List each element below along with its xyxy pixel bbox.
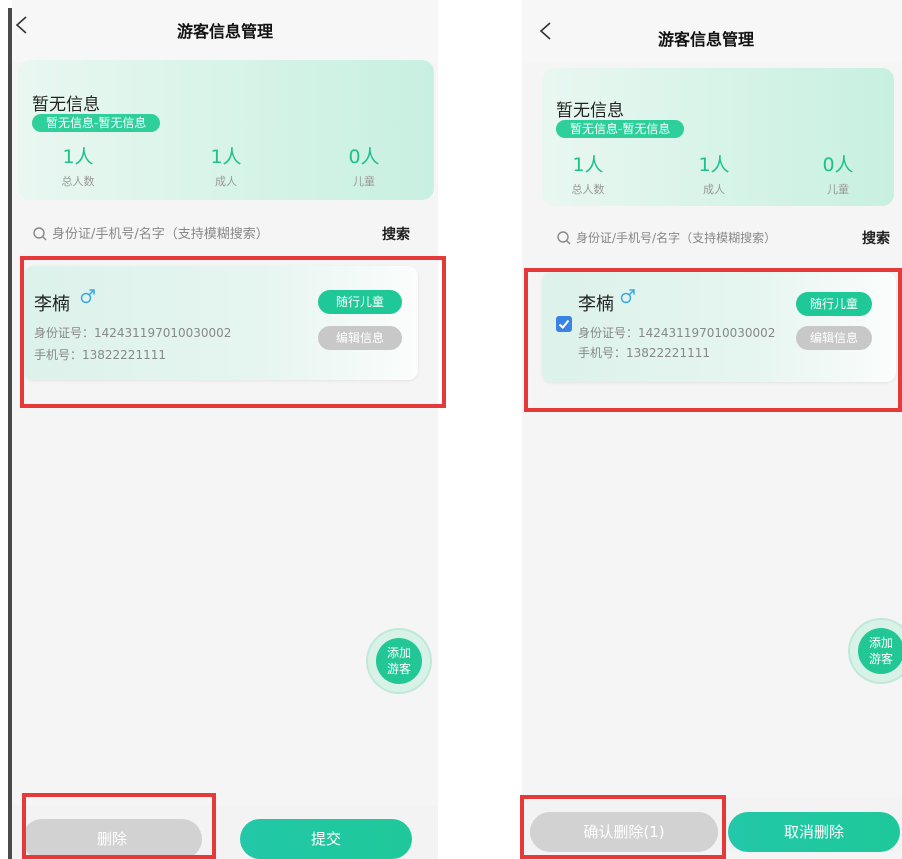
- add-visitor-line2: 游客: [868, 652, 893, 666]
- screen-before: 游客信息管理 暂无信息 暂无信息-暂无信息 1人 总人数 1人 成人 0人 儿童…: [12, 0, 438, 859]
- page-title: 游客信息管理: [176, 22, 273, 41]
- stat-adult-value: 1人: [210, 146, 242, 168]
- add-visitor-line2: 游客: [386, 662, 411, 676]
- summary-title: 暂无信息: [556, 101, 624, 121]
- stat-child: 0人 儿童: [798, 150, 878, 197]
- visitor-name: 李楠: [578, 294, 614, 315]
- stat-total-value: 1人: [572, 154, 604, 176]
- male-icon: [620, 289, 635, 304]
- male-icon: [80, 289, 95, 304]
- add-visitor-label: 添加 游客: [376, 638, 422, 684]
- check-icon: [558, 319, 570, 329]
- header: 游客信息管理: [12, 0, 438, 62]
- edit-info-button[interactable]: 编辑信息: [796, 326, 872, 350]
- search-button[interactable]: 搜索: [862, 228, 890, 248]
- submit-button[interactable]: 提交: [240, 819, 412, 859]
- stat-adult: 1人 成人: [674, 150, 754, 197]
- visitor-name: 李楠: [34, 294, 70, 315]
- stat-adult-label: 成人: [703, 183, 725, 196]
- visitor-phone: 手机号：13822221111: [34, 348, 166, 362]
- stat-child-value: 0人: [348, 146, 380, 168]
- visitor-id: 身份证号：142431197010030002: [578, 326, 776, 340]
- stat-adult-label: 成人: [215, 175, 237, 188]
- search-input[interactable]: [576, 224, 838, 252]
- delete-button[interactable]: 删除: [22, 819, 202, 859]
- summary-tag: 暂无信息-暂无信息: [32, 114, 161, 132]
- visitor-id: 身份证号：142431197010030002: [34, 326, 232, 340]
- stat-child-value: 0人: [822, 154, 854, 176]
- cancel-delete-button[interactable]: 取消删除: [728, 812, 900, 852]
- stat-total-label: 总人数: [61, 175, 95, 188]
- header: 游客信息管理: [522, 0, 902, 62]
- page-title: 游客信息管理: [657, 30, 754, 49]
- edit-info-button[interactable]: 编辑信息: [318, 326, 402, 350]
- add-visitor-label: 添加 游客: [858, 628, 902, 674]
- visitor-card[interactable]: 李楠 身份证号：142431197010030002 手机号：138222211…: [542, 272, 896, 382]
- stat-child-label: 儿童: [827, 183, 849, 196]
- add-visitor-line1: 添加: [386, 646, 411, 660]
- accompany-child-button[interactable]: 随行儿童: [796, 292, 872, 316]
- screen-after: 游客信息管理 暂无信息 暂无信息-暂无信息 1人 总人数 1人 成人 0人 儿童…: [522, 0, 902, 859]
- stat-child: 0人 儿童: [324, 142, 404, 189]
- stat-total: 1人 总人数: [548, 150, 628, 197]
- visitor-checkbox[interactable]: [556, 316, 572, 332]
- search-icon: [557, 231, 571, 245]
- search-button[interactable]: 搜索: [382, 224, 410, 244]
- summary-card: 暂无信息 暂无信息-暂无信息 1人 总人数 1人 成人 0人 儿童: [18, 60, 434, 200]
- summary-tag: 暂无信息-暂无信息: [556, 120, 685, 138]
- visitor-phone: 手机号：13822221111: [578, 346, 710, 360]
- bottom-bar: 确认删除(1) 取消删除: [522, 798, 902, 852]
- accompany-child-button[interactable]: 随行儿童: [318, 290, 402, 314]
- search-icon: [33, 227, 47, 241]
- add-visitor-button[interactable]: 添加 游客: [850, 620, 902, 682]
- confirm-delete-button[interactable]: 确认删除(1): [530, 812, 718, 852]
- bottom-bar: 删除 提交: [12, 805, 438, 859]
- summary-title: 暂无信息: [32, 95, 100, 115]
- summary-card: 暂无信息 暂无信息-暂无信息 1人 总人数 1人 成人 0人 儿童: [542, 68, 894, 206]
- stat-adult: 1人 成人: [186, 142, 266, 189]
- stat-total-value: 1人: [62, 146, 94, 168]
- stat-child-label: 儿童: [353, 175, 375, 188]
- stat-total: 1人 总人数: [38, 142, 118, 189]
- visitor-card[interactable]: 李楠 身份证号：142431197010030002 手机号：138222211…: [24, 266, 418, 380]
- add-visitor-line1: 添加: [868, 636, 893, 650]
- search-bar: 搜索: [26, 214, 426, 254]
- stat-total-label: 总人数: [571, 183, 605, 196]
- stat-adult-value: 1人: [698, 154, 730, 176]
- search-input[interactable]: [52, 220, 372, 248]
- search-bar: 搜索: [550, 218, 896, 258]
- add-visitor-button[interactable]: 添加 游客: [368, 630, 430, 692]
